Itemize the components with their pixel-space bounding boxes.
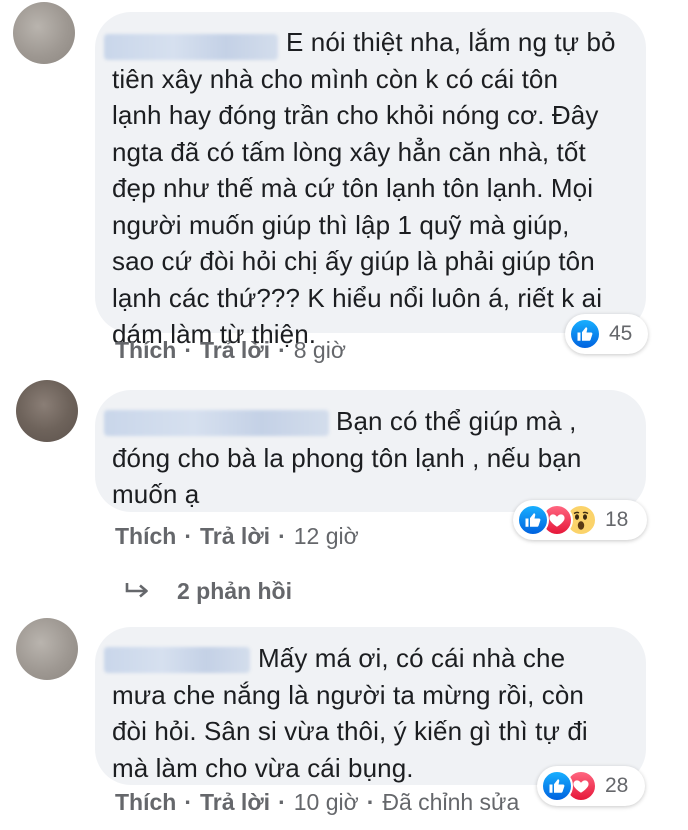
separator-dot: ·: [278, 523, 286, 549]
comment-thread: E nói thiệt nha, lắm ng tự bỏ tiên xây n…: [0, 0, 688, 830]
comment-text: Mấy má ơi, có cái nhà che mưa che nắng l…: [112, 643, 588, 783]
separator-dot: ·: [278, 789, 286, 815]
avatar[interactable]: [13, 2, 75, 64]
avatar[interactable]: [16, 380, 78, 442]
separator-dot: ·: [366, 789, 375, 815]
reaction-count: 45: [609, 322, 633, 345]
reply-button[interactable]: Trả lời: [200, 523, 270, 550]
like-icon: [517, 504, 549, 536]
comment-text: E nói thiệt nha, lắm ng tự bỏ tiên xây n…: [112, 27, 616, 349]
reaction-summary[interactable]: 45: [565, 314, 648, 354]
reaction-count: 18: [605, 508, 629, 531]
like-button[interactable]: Thích: [115, 337, 176, 364]
reply-arrow-icon: [125, 578, 151, 605]
timestamp[interactable]: 10 giờ: [294, 789, 359, 816]
like-button[interactable]: Thích: [115, 789, 176, 816]
comment-actions: Thích · Trả lời · 10 giờ · Đã chỉnh sửa: [115, 789, 519, 816]
reaction-count: 28: [605, 774, 629, 797]
comment-bubble: Mấy má ơi, có cái nhà che mưa che nắng l…: [95, 627, 646, 785]
comment-actions: Thích · Trả lời · 8 giờ: [115, 337, 346, 364]
comment-text: Bạn có thể giúp mà , đóng cho bà la phon…: [112, 406, 582, 509]
like-icon: [569, 318, 601, 350]
timestamp[interactable]: 12 giờ: [294, 523, 359, 550]
timestamp[interactable]: 8 giờ: [294, 337, 346, 364]
separator-dot: ·: [184, 337, 193, 363]
edited-label[interactable]: Đã chỉnh sửa: [382, 789, 519, 816]
reaction-summary[interactable]: 28: [537, 766, 645, 806]
separator-dot: ·: [278, 337, 286, 363]
reaction-summary[interactable]: 18: [513, 500, 647, 540]
view-replies-label: 2 phản hồi: [177, 578, 292, 604]
separator-dot: ·: [184, 523, 193, 549]
reply-button[interactable]: Trả lời: [200, 337, 270, 364]
comment-actions: Thích · Trả lời · 12 giờ: [115, 523, 359, 550]
comment-bubble: Bạn có thể giúp mà , đóng cho bà la phon…: [95, 390, 646, 512]
avatar[interactable]: [16, 618, 78, 680]
like-button[interactable]: Thích: [115, 523, 176, 550]
separator-dot: ·: [184, 789, 193, 815]
comment-bubble: E nói thiệt nha, lắm ng tự bỏ tiên xây n…: [95, 12, 646, 349]
like-icon: [541, 770, 573, 802]
reply-button[interactable]: Trả lời: [200, 789, 270, 816]
view-replies-link[interactable]: 2 phản hồi: [125, 578, 292, 605]
